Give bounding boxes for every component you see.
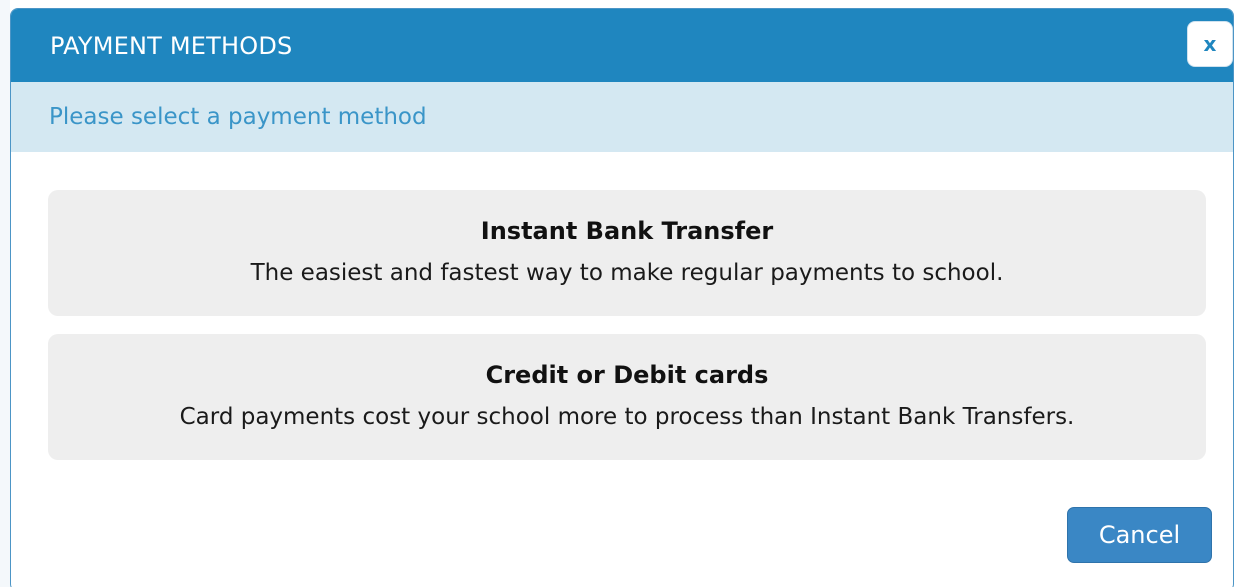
cancel-button[interactable]: Cancel [1067,507,1212,563]
select-method-prompt: Please select a payment method [49,104,427,130]
method-title: Credit or Debit cards [485,361,769,389]
close-button[interactable]: x [1187,21,1233,67]
instant-bank-transfer-option[interactable]: Instant Bank Transfer The easiest and fa… [48,190,1206,316]
background-page [0,0,10,587]
method-description: The easiest and fastest way to make regu… [250,260,1004,286]
method-description: Card payments cost your school more to p… [179,404,1075,430]
dialog-title: PAYMENT METHODS [50,31,293,60]
credit-debit-card-option[interactable]: Credit or Debit cards Card payments cost… [48,334,1206,460]
payment-method-list: Instant Bank Transfer The easiest and fa… [48,190,1206,478]
method-title: Instant Bank Transfer [480,217,774,245]
dialog-header: PAYMENT METHODS x [11,9,1233,82]
payment-methods-dialog: PAYMENT METHODS x Please select a paymen… [10,8,1234,587]
dialog-subheader: Please select a payment method [11,82,1233,152]
close-icon: x [1203,32,1217,56]
